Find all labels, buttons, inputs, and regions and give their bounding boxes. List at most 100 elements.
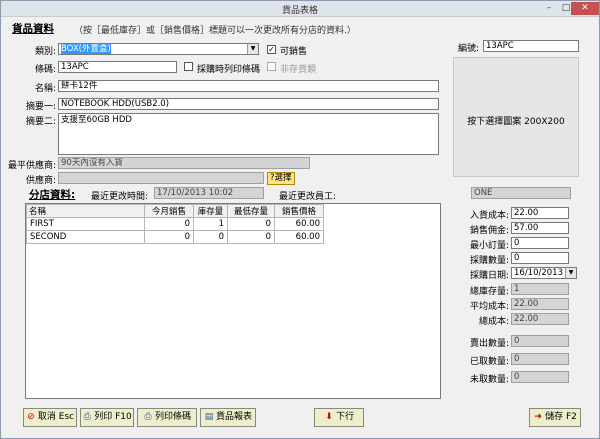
- arrow-down-icon: ⬇: [325, 412, 333, 422]
- code-input[interactable]: 13APC: [483, 40, 579, 52]
- category-value: BOX(外置盒): [61, 44, 111, 54]
- save-icon: ➜: [534, 412, 542, 422]
- product-section-header: 貨品資料: [12, 23, 54, 35]
- summary2-textarea[interactable]: 支援至60GB HDD: [58, 113, 439, 155]
- next-row-button[interactable]: ⬇ 下行: [314, 408, 364, 427]
- order-date-value: 16/10/2013: [514, 268, 563, 278]
- cancel-button[interactable]: ⊘ 取消 Esc: [23, 408, 77, 427]
- cancel-label: 取消 Esc: [37, 412, 75, 422]
- untaken-qty-field: 0: [511, 371, 569, 383]
- print-barcode-button-label: 列印條碼: [154, 412, 191, 422]
- untaken-qty-label: 未取數量:: [469, 375, 509, 385]
- print-label: 列印 F10: [94, 412, 132, 422]
- min-order-input[interactable]: 0: [511, 237, 569, 249]
- select-supplier-button[interactable]: ?選擇: [267, 172, 295, 185]
- order-date-label: 採購日期:: [469, 271, 509, 281]
- printer-icon: ⎙: [144, 412, 152, 422]
- chevron-down-icon[interactable]: ▼: [247, 44, 258, 54]
- report-button[interactable]: ▤ 貨品報表: [200, 408, 256, 427]
- cell-price[interactable]: 60.00: [274, 230, 324, 244]
- no-stock-checkbox[interactable]: [267, 62, 276, 71]
- print-barcode-checkbox[interactable]: [184, 62, 193, 71]
- purchase-cost-input[interactable]: 22.00: [511, 207, 569, 219]
- cell-min-stock[interactable]: 0: [227, 230, 275, 244]
- save-button[interactable]: ➜ 儲存 F2: [529, 408, 581, 427]
- cell-month-sales[interactable]: 0: [144, 230, 194, 244]
- commission-input[interactable]: 57.00: [511, 222, 569, 234]
- print-barcode-button[interactable]: ⎙ 列印條碼: [137, 408, 197, 427]
- print-button[interactable]: ⎙ 列印 F10: [80, 408, 134, 427]
- table-row[interactable]: FIRST 0 1 0 60.00: [26, 217, 324, 231]
- cell-price[interactable]: 60.00: [274, 217, 324, 231]
- code-label: 編號:: [458, 44, 480, 54]
- sellable-label: 可銷售: [280, 47, 308, 57]
- supplier-label: 供應商:: [25, 176, 56, 186]
- category-select[interactable]: BOX(外置盒) ▼: [58, 43, 259, 55]
- avg-cost-field: 22.00: [511, 298, 569, 310]
- total-stock-label: 總庫存量:: [469, 287, 509, 297]
- close-button[interactable]: ✕: [571, 2, 599, 15]
- avg-cost-label: 平均成本:: [469, 302, 509, 312]
- name-input[interactable]: 餅卡12件: [58, 80, 439, 92]
- no-stock-label: 非存貨類: [280, 65, 317, 75]
- order-qty-input[interactable]: 0: [511, 252, 569, 264]
- save-label: 儲存 F2: [545, 412, 577, 422]
- total-cost-label: 總成本:: [478, 317, 509, 327]
- branch-grid: 名稱 今月銷售 庫存量 最低存量 銷售價格 FIRST 0 1 0 60.00 …: [25, 203, 441, 399]
- cell-stock[interactable]: 1: [193, 217, 228, 231]
- sellable-checkbox[interactable]: ✓: [267, 45, 276, 54]
- table-row[interactable]: SECOND 0 0 0 60.00: [26, 230, 324, 244]
- cell-branch-name[interactable]: SECOND: [26, 230, 145, 244]
- total-cost-field: 22.00: [511, 313, 569, 325]
- taken-qty-field: 0: [511, 353, 569, 365]
- order-qty-label: 採購數量:: [469, 256, 509, 266]
- taken-qty-label: 已取數量:: [469, 357, 509, 367]
- summary1-input[interactable]: NOTEBOOK HDD(USB2.0): [58, 98, 439, 110]
- column-header-min-stock[interactable]: 最低存量: [227, 204, 275, 218]
- best-supplier-label: 最平供應商:: [7, 161, 56, 171]
- cell-branch-name[interactable]: FIRST: [26, 217, 145, 231]
- chevron-down-icon[interactable]: ▼: [565, 268, 576, 278]
- last-update-label: 最近更改時間:: [91, 192, 149, 202]
- commission-label: 銷售佣金:: [469, 226, 509, 236]
- window-title: 貨品表格: [281, 6, 318, 16]
- cell-min-stock[interactable]: 0: [227, 217, 275, 231]
- total-stock-field: 1: [511, 283, 569, 295]
- barcode-input[interactable]: 13APC: [58, 61, 177, 73]
- cancel-icon: ⊘: [27, 412, 35, 422]
- select-supplier-label: 選擇: [274, 173, 292, 183]
- branch-table: 名稱 今月銷售 庫存量 最低存量 銷售價格 FIRST 0 1 0 60.00 …: [26, 204, 324, 244]
- supplier-field: [58, 172, 264, 184]
- printer-icon: ⎙: [83, 412, 91, 422]
- product-image-area[interactable]: 按下選擇圖案 200X200: [453, 57, 579, 177]
- title-bar: 貨品表格 – □ ✕: [1, 1, 599, 17]
- next-row-label: 下行: [335, 412, 354, 422]
- cell-month-sales[interactable]: 0: [144, 217, 194, 231]
- name-label: 名稱:: [34, 84, 56, 94]
- report-label: 貨品報表: [215, 412, 252, 422]
- last-update-field: 17/10/2013 10:02: [154, 187, 264, 199]
- sold-qty-label: 賣出數量:: [469, 339, 509, 349]
- category-label: 類別:: [34, 47, 56, 57]
- purchase-cost-label: 入貨成本:: [469, 211, 509, 221]
- product-section-note: （按［最低庫存］或［銷售價格］標題可以一次更改所有分店的資料.）: [74, 26, 356, 36]
- column-header-price[interactable]: 銷售價格: [274, 204, 324, 218]
- staff-field: ONE: [471, 187, 571, 199]
- best-supplier-field: 90天內沒有入貨: [58, 157, 310, 169]
- cell-stock[interactable]: 0: [193, 230, 228, 244]
- product-form-window: 貨品表格 – □ ✕ 貨品資料 （按［最低庫存］或［銷售價格］標題可以一次更改所…: [0, 0, 600, 439]
- column-header-stock[interactable]: 庫存量: [193, 204, 228, 218]
- order-date-picker[interactable]: 16/10/2013 ▼: [511, 267, 577, 279]
- sold-qty-field: 0: [511, 335, 569, 347]
- last-staff-label: 最近更改員工:: [279, 192, 337, 202]
- barcode-label: 條碼:: [34, 65, 56, 75]
- min-order-label: 最小訂量:: [469, 241, 509, 251]
- column-header-month-sales[interactable]: 今月銷售: [144, 204, 194, 218]
- print-barcode-label: 採購時列印條碼: [197, 65, 261, 75]
- summary2-label: 摘要二:: [25, 117, 56, 127]
- report-icon: ▤: [204, 412, 214, 422]
- branch-section-header: 分店資料:: [29, 189, 76, 201]
- image-hint: 按下選擇圖案 200X200: [467, 117, 565, 127]
- column-header-name[interactable]: 名稱: [26, 204, 145, 218]
- summary1-label: 摘要一:: [25, 102, 56, 112]
